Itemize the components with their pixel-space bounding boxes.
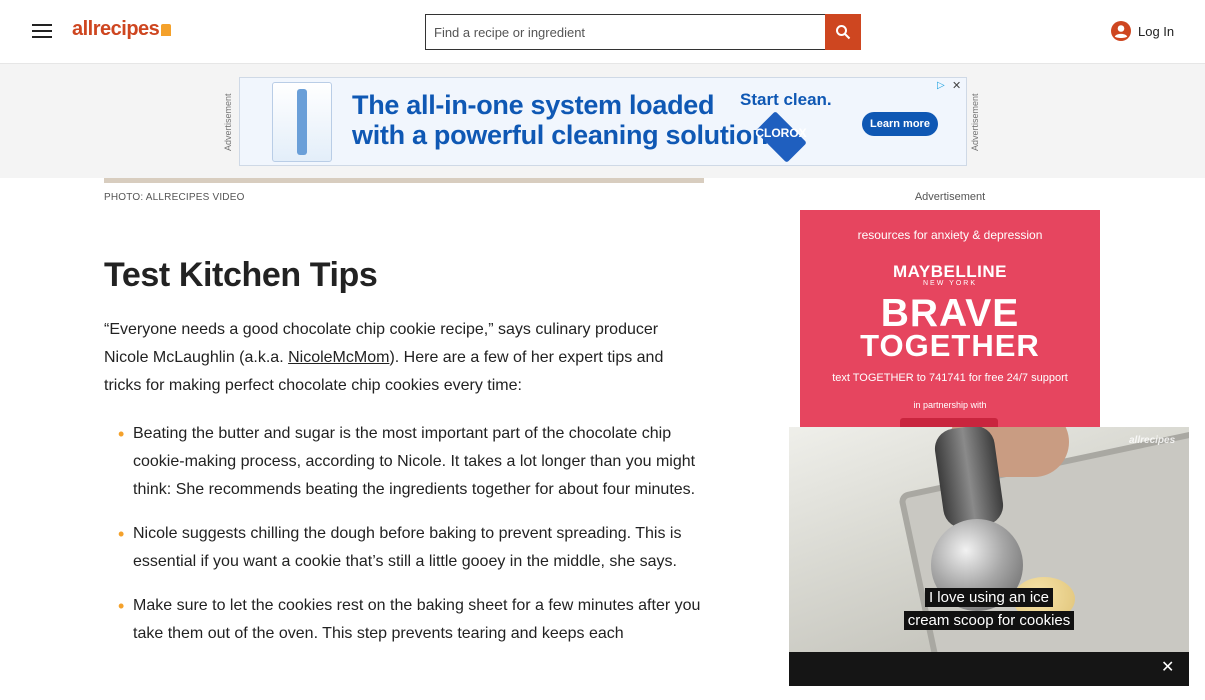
sidebar-ad-tagline: resources for anxiety & depression (857, 228, 1043, 242)
tip-item: • Make sure to let the cookies rest on th… (104, 592, 704, 648)
search-button[interactable] (825, 14, 861, 50)
login-button[interactable]: Log In (1110, 20, 1174, 42)
ad-label-right: Advertisement (970, 93, 980, 151)
bullet-icon: • (118, 424, 125, 444)
caption-text: cream scoop for cookies (903, 611, 1075, 630)
video-frame: allrecipes I love using an ice cream sco… (789, 427, 1189, 686)
site-header: allrecipes Log In (0, 0, 1205, 64)
close-icon[interactable]: ✕ (1161, 657, 1174, 677)
logo-chef-hat-icon (161, 24, 172, 36)
login-label: Log In (1138, 23, 1175, 39)
ad-start-clean: Start clean. (740, 90, 832, 109)
tip-text: Make sure to let the cookies rest on the… (133, 597, 701, 642)
account-icon (1111, 21, 1131, 41)
tip-item: • Beating the butter and sugar is the mos… (104, 420, 704, 504)
maybelline-subtitle: NEW YORK (923, 280, 977, 287)
video-caption-line-1: I love using an ice (789, 588, 1189, 607)
sidebar-ad[interactable]: resources for anxiety & depression MAYBE… (800, 210, 1100, 440)
video-caption-line-2: cream scoop for cookies (789, 611, 1189, 630)
sidebar-ad-label: Advertisement (914, 191, 986, 203)
search-bar (425, 14, 861, 50)
menu-icon[interactable] (32, 20, 56, 44)
tip-text: Beating the butter and sugar is the most… (133, 425, 696, 498)
ad-headline-2: with a powerful cleaning solution. (352, 120, 776, 150)
top-ad-banner[interactable]: The all-in-one system loaded with a powe… (239, 77, 967, 166)
adchoices-icon[interactable]: ▷ (937, 80, 945, 91)
tips-list: • Beating the butter and sugar is the mos… (104, 420, 704, 664)
nicolemcmom-link[interactable]: NicoleMcMom (288, 349, 389, 366)
sidebar-ad-text-offer: text TOGETHER to 741741 for free 24/7 su… (832, 372, 1068, 384)
video-player[interactable]: allrecipes I love using an ice cream sco… (789, 427, 1189, 686)
logo-text: allrecipes (72, 18, 160, 40)
maybelline-logo: MAYBELLINE (893, 262, 1007, 281)
intro-paragraph: “Everyone needs a good chocolate chip co… (104, 316, 704, 400)
photo-credit: PHOTO: ALLRECIPES VIDEO (104, 192, 245, 203)
search-input[interactable] (425, 14, 825, 50)
caption-text: I love using an ice (924, 588, 1054, 607)
clorox-logo-text: CLOROX (755, 126, 807, 140)
ad-close-icon[interactable]: ✕ (952, 79, 961, 92)
bullet-icon: • (118, 596, 125, 616)
article-photo (104, 178, 704, 183)
ad-headline-1: The all-in-one system loaded (352, 90, 715, 120)
video-watermark: allrecipes (1129, 435, 1176, 446)
tip-item: • Nicole suggests chilling the dough befo… (104, 520, 704, 576)
allrecipes-logo[interactable]: allrecipes (72, 18, 172, 41)
video-control-bar: ✕ (789, 652, 1189, 686)
section-heading: Test Kitchen Tips (104, 256, 378, 294)
sidebar-ad-together: TOGETHER (860, 328, 1040, 363)
ad-learn-more-button[interactable]: Learn more (862, 112, 938, 136)
search-icon (836, 25, 851, 40)
ad-product-image (272, 82, 332, 162)
bullet-icon: • (118, 524, 125, 544)
sidebar-ad-partnership: in partnership with (913, 400, 987, 410)
ad-label-left: Advertisement (223, 93, 233, 151)
tip-text: Nicole suggests chilling the dough befor… (133, 525, 682, 570)
